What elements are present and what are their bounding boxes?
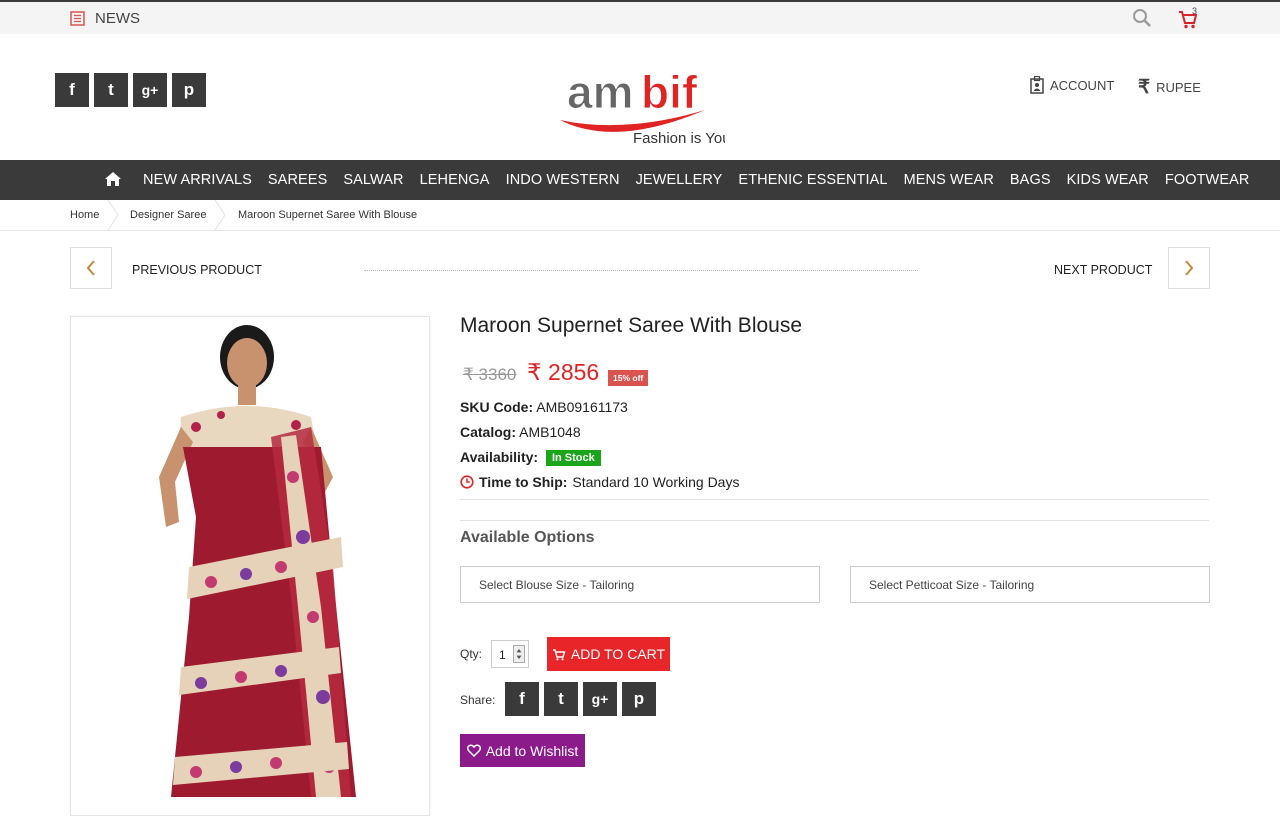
divider: [460, 520, 1209, 521]
add-to-cart-label: ADD TO CART: [570, 646, 666, 662]
nav-item-jewellery[interactable]: JEWELLERY: [628, 172, 731, 188]
account-link[interactable]: ACCOUNT: [1030, 76, 1114, 94]
news-icon: [70, 11, 85, 26]
sku-label: SKU Code:: [460, 399, 534, 415]
logo-graphic: am bif Fashion is You: [560, 66, 731, 147]
clock-icon: [460, 475, 474, 489]
spinner-arrows-icon[interactable]: [513, 645, 525, 663]
product-image[interactable]: [70, 316, 430, 816]
cart-count-badge: 3: [1192, 6, 1198, 16]
top-bar: NEWS 3: [0, 0, 1280, 34]
svg-text:Fashion is You: Fashion is You: [633, 130, 725, 147]
nav-item-lehenga[interactable]: LEHENGA: [412, 172, 498, 188]
chevron-left-icon: [86, 260, 95, 276]
account-label: ACCOUNT: [1050, 77, 1115, 93]
nav-item-footwear[interactable]: FOOTWEAR: [1157, 172, 1258, 188]
sku-row: SKU Code: AMB09161173: [460, 399, 628, 415]
product-title: Maroon Supernet Saree With Blouse: [460, 314, 803, 337]
twitter-icon[interactable]: t: [94, 73, 128, 107]
currency-label: RUPEE: [1156, 80, 1201, 95]
pinterest-icon[interactable]: p: [172, 73, 206, 107]
pager-divider: [364, 270, 918, 271]
account-icon: [1030, 76, 1044, 94]
sku-value: AMB09161173: [536, 399, 628, 415]
nav-item-kids-wear[interactable]: KIDS WEAR: [1059, 172, 1157, 188]
previous-product-label[interactable]: PREVIOUS PRODUCT: [132, 263, 262, 277]
home-icon[interactable]: [104, 170, 122, 188]
blouse-size-select[interactable]: Select Blouse Size - Tailoring: [460, 566, 820, 603]
currency-selector[interactable]: ₹ RUPEE: [1138, 76, 1201, 99]
nav-item-new-arrivals[interactable]: NEW ARRIVALS: [135, 172, 260, 188]
catalog-row: Catalog: AMB1048: [460, 424, 581, 440]
add-to-cart-button[interactable]: ADD TO CART: [547, 637, 670, 671]
svg-text:bif: bif: [641, 66, 698, 118]
news-link[interactable]: NEWS: [70, 10, 140, 27]
chevron-right-icon: [1185, 260, 1194, 276]
twitter-icon[interactable]: t: [544, 682, 578, 716]
breadcrumb-home[interactable]: Home: [70, 209, 99, 221]
qty-value: 1: [499, 648, 506, 662]
original-price: ₹ 3360: [463, 365, 517, 384]
facebook-icon[interactable]: f: [505, 682, 539, 716]
svg-text:am: am: [567, 66, 633, 118]
catalog-label: Catalog:: [460, 424, 516, 440]
wishlist-label: Add to Wishlist: [485, 742, 579, 759]
pinterest-icon[interactable]: p: [622, 682, 656, 716]
ship-time-row: Time to Ship: Standard 10 Working Days: [460, 474, 739, 490]
nav-item-bags[interactable]: BAGS: [1002, 172, 1059, 188]
breadcrumb: Home Designer Saree Maroon Supernet Sare…: [0, 200, 1280, 231]
header-social-links: f t g+ p: [55, 73, 206, 107]
catalog-value: AMB1048: [519, 424, 581, 440]
next-product-label[interactable]: NEXT PRODUCT: [1054, 263, 1152, 277]
google-plus-icon[interactable]: g+: [583, 682, 617, 716]
share-label: Share:: [460, 693, 496, 707]
ship-label: Time to Ship:: [479, 474, 568, 490]
previous-product-button[interactable]: [70, 247, 112, 289]
breadcrumb-category[interactable]: Designer Saree: [130, 209, 206, 221]
saree-model-image: [159, 325, 356, 797]
rupee-icon: ₹: [1138, 77, 1151, 98]
breadcrumb-separator-icon: [214, 200, 226, 230]
availability-label: Availability:: [460, 449, 539, 465]
nav-item-salwar[interactable]: SALWAR: [335, 172, 411, 188]
ship-value: Standard 10 Working Days: [572, 474, 740, 490]
main-navigation: NEW ARRIVALS SAREES SALWAR LEHENGA INDO …: [0, 160, 1280, 200]
next-product-button[interactable]: [1168, 247, 1210, 289]
google-plus-icon[interactable]: g+: [133, 73, 167, 107]
nav-item-ethenic-essential[interactable]: ETHENIC ESSENTIAL: [730, 172, 895, 188]
quantity-stepper[interactable]: 1: [491, 640, 529, 668]
breadcrumb-current: Maroon Supernet Saree With Blouse: [238, 209, 418, 221]
availability-row: Availability: In Stock: [460, 449, 601, 466]
nav-item-indo-western[interactable]: INDO WESTERN: [498, 172, 628, 188]
facebook-icon[interactable]: f: [55, 73, 89, 107]
in-stock-badge: In Stock: [545, 450, 601, 466]
available-options-heading: Available Options: [460, 529, 595, 546]
discount-badge: 15% off: [608, 370, 649, 386]
cart-icon: [552, 648, 566, 660]
nav-item-mens-wear[interactable]: MENS WEAR: [896, 172, 1002, 188]
sale-price: ₹ 2856: [527, 359, 600, 385]
news-label: NEWS: [95, 10, 140, 27]
search-icon[interactable]: [1132, 8, 1152, 28]
breadcrumb-separator-icon: [107, 200, 119, 230]
share-social-links: f t g+ p: [505, 682, 656, 716]
nav-item-sarees[interactable]: SAREES: [260, 172, 335, 188]
add-to-wishlist-button[interactable]: Add to Wishlist: [460, 734, 585, 767]
divider: [460, 499, 1209, 500]
qty-label: Qty:: [460, 647, 483, 661]
petticoat-size-select[interactable]: Select Petticoat Size - Tailoring: [850, 566, 1210, 603]
site-logo[interactable]: am bif Fashion is You: [555, 48, 731, 148]
heart-icon: [466, 744, 481, 757]
